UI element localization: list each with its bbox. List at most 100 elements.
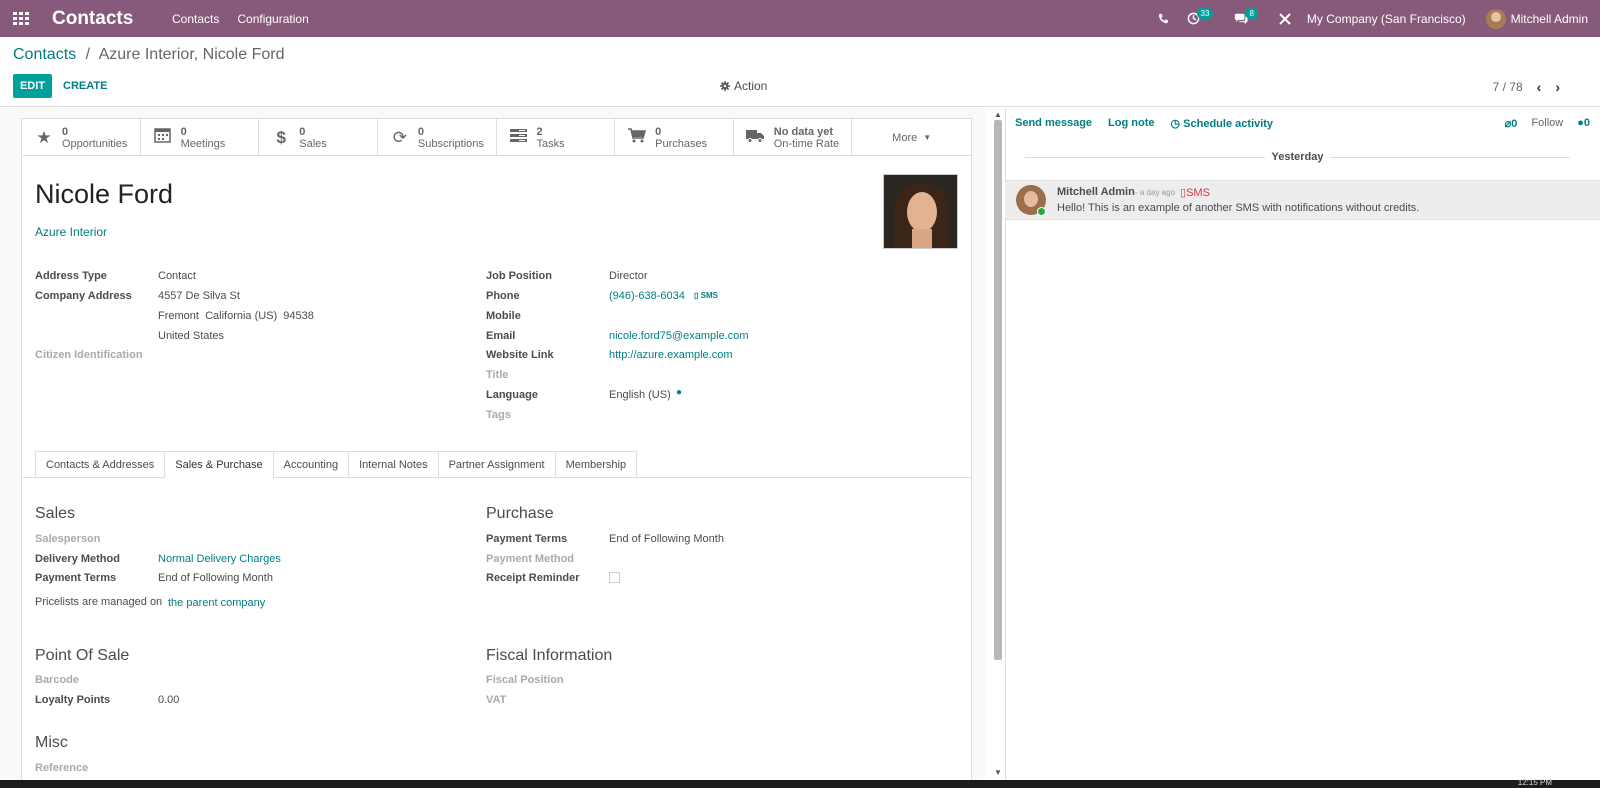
- on-time-rate-value: No data yet: [773, 125, 834, 138]
- subscriptions-label: Subscriptions: [417, 137, 484, 150]
- chatter-topbar: Send message Log note ◷ Schedule activit…: [1015, 117, 1273, 130]
- mobile-icon: ▯: [694, 291, 699, 300]
- create-button[interactable]: CREATE: [63, 80, 107, 92]
- phone-icon[interactable]: [1158, 13, 1169, 24]
- pager: 7 / 78 ‹ ›: [1493, 79, 1560, 95]
- dollar-icon: $: [276, 127, 286, 147]
- company-address-label: Company Address: [35, 290, 132, 302]
- chatter-message[interactable]: Mitchell Admin - a day ago ▯SMS Hello! T…: [1005, 180, 1600, 220]
- opportunities-button[interactable]: ★ 0 Opportunities: [22, 119, 141, 156]
- sms-label: SMS: [700, 291, 718, 300]
- opportunities-count: 0: [62, 125, 69, 138]
- form-sheet: ★ 0 Opportunities 0 Meetings $ 0 Sales ⟳ 0S…: [21, 118, 972, 780]
- follow-button[interactable]: Follow: [1531, 117, 1563, 130]
- log-note-button[interactable]: Log note: [1108, 117, 1154, 130]
- parent-company-link[interactable]: the parent company: [168, 597, 265, 609]
- phone-value[interactable]: (946)-638-6034: [609, 290, 685, 302]
- address-type-value: Contact: [158, 270, 196, 282]
- scroll-up-icon[interactable]: ▲: [994, 110, 1002, 119]
- send-message-button[interactable]: Send message: [1015, 117, 1092, 130]
- scroll-down-icon[interactable]: ▼: [994, 768, 1002, 777]
- pager-next-icon[interactable]: ›: [1555, 79, 1560, 95]
- activity-badge: 33: [1196, 8, 1214, 19]
- message-time: - a day ago: [1135, 188, 1176, 197]
- pager-previous-icon[interactable]: ‹: [1537, 79, 1542, 95]
- sales-section-title: Sales: [35, 505, 76, 522]
- attachments-button[interactable]: ⌀0: [1505, 117, 1518, 130]
- online-status-icon: [1037, 207, 1046, 216]
- breadcrumb-current: Azure Interior, Nicole Ford: [98, 46, 285, 63]
- apps-menu-icon[interactable]: [0, 0, 42, 37]
- action-label: Action: [734, 79, 768, 93]
- tab-membership[interactable]: Membership: [554, 451, 638, 478]
- user-name: Mitchell Admin: [1510, 11, 1588, 26]
- sales-payment-terms-label: Payment Terms: [35, 572, 117, 584]
- menu-configuration[interactable]: Configuration: [237, 12, 308, 26]
- vat-label: VAT: [486, 694, 507, 706]
- on-time-rate-button[interactable]: No data yet On-time Rate: [734, 119, 853, 156]
- misc-section-title: Misc: [35, 734, 68, 751]
- payment-method-label: Payment Method: [486, 553, 575, 565]
- day-separator: Yesterday: [1005, 151, 1590, 163]
- sales-button[interactable]: $ 0 Sales: [259, 119, 378, 156]
- tools-icon[interactable]: [1279, 12, 1291, 25]
- meetings-count: 0: [180, 125, 187, 138]
- globe-icon[interactable]: ●: [676, 387, 682, 398]
- purchase-payment-terms-value[interactable]: End of Following Month: [609, 533, 724, 545]
- more-button[interactable]: More ▼: [852, 119, 971, 156]
- message-type: SMS: [1186, 187, 1210, 199]
- user-menu[interactable]: Mitchell Admin: [1485, 8, 1588, 29]
- sms-button[interactable]: ▯ SMS: [694, 291, 718, 300]
- activity-icon[interactable]: 33: [1187, 8, 1217, 25]
- action-dropdown[interactable]: Action: [720, 79, 767, 93]
- phone-label: Phone: [486, 290, 520, 302]
- notebook-tabs: Contacts & Addresses Sales & Purchase Ac…: [35, 451, 638, 478]
- pager-value[interactable]: 7 / 78: [1493, 80, 1523, 94]
- purchases-button[interactable]: 0 Purchases: [615, 119, 734, 156]
- message-author[interactable]: Mitchell Admin: [1057, 186, 1135, 198]
- tab-partner-assignment[interactable]: Partner Assignment: [437, 451, 555, 478]
- gear-icon: [720, 81, 730, 91]
- company-switcher[interactable]: My Company (San Francisco): [1307, 12, 1466, 26]
- job-position-label: Job Position: [486, 270, 552, 282]
- email-value[interactable]: nicole.ford75@example.com: [609, 330, 749, 342]
- job-position-value: Director: [609, 270, 648, 282]
- messages-icon[interactable]: 8: [1234, 8, 1260, 25]
- tab-sales-purchase[interactable]: Sales & Purchase: [164, 451, 273, 478]
- tags-label: Tags: [486, 409, 511, 421]
- opportunities-label: Opportunities: [62, 137, 128, 150]
- breadcrumb-contacts[interactable]: Contacts: [13, 46, 76, 63]
- tab-internal-notes[interactable]: Internal Notes: [348, 451, 438, 478]
- breadcrumb-separator: /: [85, 46, 91, 63]
- schedule-activity-label: Schedule activity: [1183, 118, 1274, 130]
- website-value[interactable]: http://azure.example.com: [609, 349, 733, 361]
- loyalty-points-label: Loyalty Points: [35, 694, 111, 706]
- tab-contacts-addresses[interactable]: Contacts & Addresses: [35, 451, 165, 478]
- app-brand[interactable]: Contacts: [52, 8, 172, 30]
- caret-down-icon: ▼: [923, 133, 932, 142]
- receipt-reminder-checkbox[interactable]: [609, 572, 620, 583]
- user-icon: ●: [1577, 117, 1584, 129]
- menu-contacts[interactable]: Contacts: [172, 12, 219, 26]
- tasks-icon: [509, 128, 529, 148]
- more-label: More: [892, 131, 918, 144]
- pos-section-title: Point Of Sale: [35, 647, 130, 664]
- tab-accounting[interactable]: Accounting: [272, 451, 349, 478]
- country-value: United States: [158, 330, 225, 342]
- refresh-icon: ⟳: [392, 127, 407, 147]
- subscriptions-button[interactable]: ⟳ 0 Subscriptions: [378, 119, 497, 156]
- partner-company-link[interactable]: Azure Interior: [35, 225, 107, 239]
- language-value[interactable]: English (US): [609, 389, 671, 401]
- form-scrollbar[interactable]: [994, 120, 1002, 660]
- sales-payment-terms-value[interactable]: End of Following Month: [158, 572, 273, 584]
- tasks-button[interactable]: 2 Tasks: [497, 119, 616, 156]
- sms-type-badge: ▯SMS: [1180, 186, 1210, 199]
- chatter-panel: Send message Log note ◷ Schedule activit…: [1005, 108, 1600, 780]
- followers-button[interactable]: ●0: [1577, 117, 1590, 130]
- meetings-button[interactable]: 0 Meetings: [141, 119, 260, 156]
- purchase-payment-terms-label: Payment Terms: [486, 533, 568, 545]
- delivery-method-value[interactable]: Normal Delivery Charges: [158, 553, 281, 565]
- partner-photo[interactable]: [883, 174, 958, 249]
- schedule-activity-button[interactable]: ◷ Schedule activity: [1170, 117, 1273, 130]
- edit-button[interactable]: EDIT: [13, 74, 52, 98]
